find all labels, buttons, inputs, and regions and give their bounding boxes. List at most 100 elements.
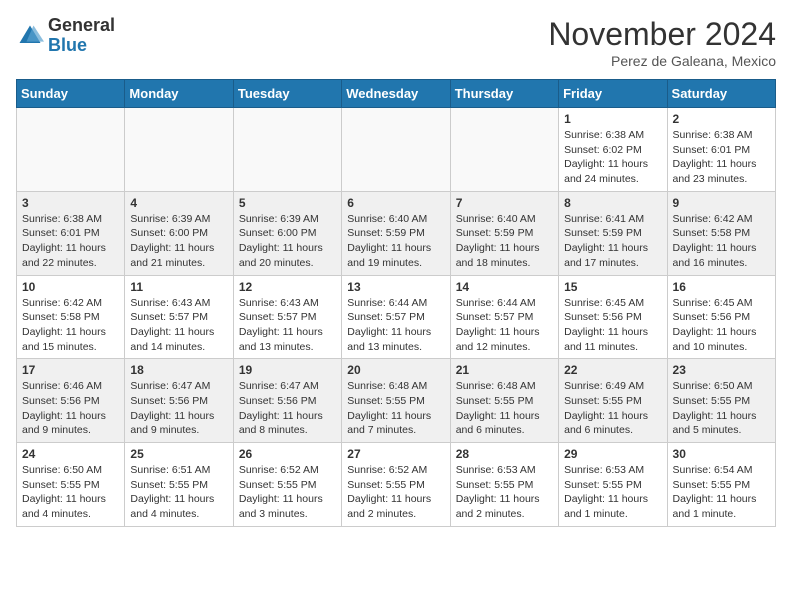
day-number: 29 <box>564 447 661 461</box>
day-cell-10: 10 Sunrise: 6:42 AMSunset: 5:58 PMDayligh… <box>17 275 125 359</box>
day-info: Sunrise: 6:41 AMSunset: 5:59 PMDaylight:… <box>564 212 661 271</box>
week-row-2: 10 Sunrise: 6:42 AMSunset: 5:58 PMDayligh… <box>17 275 776 359</box>
calendar-header-row: SundayMondayTuesdayWednesdayThursdayFrid… <box>17 80 776 108</box>
page-header: General Blue November 2024 Perez de Gale… <box>16 16 776 69</box>
day-cell-7: 7 Sunrise: 6:40 AMSunset: 5:59 PMDaylight… <box>450 191 558 275</box>
day-info: Sunrise: 6:44 AMSunset: 5:57 PMDaylight:… <box>347 296 444 355</box>
day-number: 21 <box>456 363 553 377</box>
day-header-saturday: Saturday <box>667 80 775 108</box>
day-cell-17: 17 Sunrise: 6:46 AMSunset: 5:56 PMDayligh… <box>17 359 125 443</box>
day-cell-4: 4 Sunrise: 6:39 AMSunset: 6:00 PMDaylight… <box>125 191 233 275</box>
month-title: November 2024 <box>548 16 776 53</box>
day-cell-11: 11 Sunrise: 6:43 AMSunset: 5:57 PMDayligh… <box>125 275 233 359</box>
day-info: Sunrise: 6:38 AMSunset: 6:01 PMDaylight:… <box>673 128 770 187</box>
day-info: Sunrise: 6:49 AMSunset: 5:55 PMDaylight:… <box>564 379 661 438</box>
day-number: 18 <box>130 363 227 377</box>
day-number: 20 <box>347 363 444 377</box>
day-cell-1: 1Sunrise: 6:38 AMSunset: 6:02 PMDaylight… <box>559 108 667 192</box>
day-number: 19 <box>239 363 336 377</box>
day-number: 15 <box>564 280 661 294</box>
day-info: Sunrise: 6:53 AMSunset: 5:55 PMDaylight:… <box>564 463 661 522</box>
day-cell-15: 15 Sunrise: 6:45 AMSunset: 5:56 PMDayligh… <box>559 275 667 359</box>
day-cell-30: 30 Sunrise: 6:54 AMSunset: 5:55 PMDayligh… <box>667 443 775 527</box>
day-number: 11 <box>130 280 227 294</box>
day-number: 12 <box>239 280 336 294</box>
day-header-tuesday: Tuesday <box>233 80 341 108</box>
day-info: Sunrise: 6:52 AMSunset: 5:55 PMDaylight:… <box>347 463 444 522</box>
day-cell-8: 8 Sunrise: 6:41 AMSunset: 5:59 PMDaylight… <box>559 191 667 275</box>
day-info: Sunrise: 6:48 AMSunset: 5:55 PMDaylight:… <box>347 379 444 438</box>
day-info: Sunrise: 6:46 AMSunset: 5:56 PMDaylight:… <box>22 379 119 438</box>
day-cell-29: 29 Sunrise: 6:53 AMSunset: 5:55 PMDayligh… <box>559 443 667 527</box>
day-cell-26: 26 Sunrise: 6:52 AMSunset: 5:55 PMDayligh… <box>233 443 341 527</box>
day-cell-21: 21 Sunrise: 6:48 AMSunset: 5:55 PMDayligh… <box>450 359 558 443</box>
week-row-4: 24 Sunrise: 6:50 AMSunset: 5:55 PMDayligh… <box>17 443 776 527</box>
day-number: 25 <box>130 447 227 461</box>
day-info: Sunrise: 6:50 AMSunset: 5:55 PMDaylight:… <box>673 379 770 438</box>
day-cell-5: 5Sunrise: 6:39 AMSunset: 6:00 PMDaylight… <box>233 191 341 275</box>
location: Perez de Galeana, Mexico <box>548 53 776 69</box>
day-number: 2 <box>673 112 770 126</box>
day-info: Sunrise: 6:54 AMSunset: 5:55 PMDaylight:… <box>673 463 770 522</box>
day-cell-16: 16 Sunrise: 6:45 AMSunset: 5:56 PMDayligh… <box>667 275 775 359</box>
day-cell-6: 6Sunrise: 6:40 AMSunset: 5:59 PMDaylight… <box>342 191 450 275</box>
day-cell-3: 3 Sunrise: 6:38 AMSunset: 6:01 PMDaylight… <box>17 191 125 275</box>
day-cell-12: 12 Sunrise: 6:43 AMSunset: 5:57 PMDayligh… <box>233 275 341 359</box>
day-number: 22 <box>564 363 661 377</box>
logo-icon <box>16 22 44 50</box>
day-info: Sunrise: 6:38 AMSunset: 6:01 PMDaylight:… <box>22 212 119 271</box>
day-info: Sunrise: 6:52 AMSunset: 5:55 PMDaylight:… <box>239 463 336 522</box>
day-number: 6 <box>347 196 444 210</box>
day-info: Sunrise: 6:40 AMSunset: 5:59 PMDaylight:… <box>456 212 553 271</box>
day-info: Sunrise: 6:43 AMSunset: 5:57 PMDaylight:… <box>130 296 227 355</box>
day-number: 9 <box>673 196 770 210</box>
day-number: 8 <box>564 196 661 210</box>
day-cell-22: 22 Sunrise: 6:49 AMSunset: 5:55 PMDayligh… <box>559 359 667 443</box>
day-cell-27: 27 Sunrise: 6:52 AMSunset: 5:55 PMDayligh… <box>342 443 450 527</box>
day-number: 24 <box>22 447 119 461</box>
day-info: Sunrise: 6:44 AMSunset: 5:57 PMDaylight:… <box>456 296 553 355</box>
day-number: 17 <box>22 363 119 377</box>
day-header-friday: Friday <box>559 80 667 108</box>
day-info: Sunrise: 6:42 AMSunset: 5:58 PMDaylight:… <box>673 212 770 271</box>
day-header-wednesday: Wednesday <box>342 80 450 108</box>
week-row-3: 17 Sunrise: 6:46 AMSunset: 5:56 PMDayligh… <box>17 359 776 443</box>
day-number: 27 <box>347 447 444 461</box>
day-number: 13 <box>347 280 444 294</box>
week-row-0: 1Sunrise: 6:38 AMSunset: 6:02 PMDaylight… <box>17 108 776 192</box>
day-number: 4 <box>130 196 227 210</box>
day-info: Sunrise: 6:50 AMSunset: 5:55 PMDaylight:… <box>22 463 119 522</box>
day-number: 3 <box>22 196 119 210</box>
day-info: Sunrise: 6:43 AMSunset: 5:57 PMDaylight:… <box>239 296 336 355</box>
day-cell-24: 24 Sunrise: 6:50 AMSunset: 5:55 PMDayligh… <box>17 443 125 527</box>
day-cell-18: 18Sunrise: 6:47 AMSunset: 5:56 PMDayligh… <box>125 359 233 443</box>
day-info: Sunrise: 6:47 AMSunset: 5:56 PMDaylight:… <box>239 379 336 438</box>
day-cell-23: 23 Sunrise: 6:50 AMSunset: 5:55 PMDayligh… <box>667 359 775 443</box>
day-info: Sunrise: 6:39 AMSunset: 6:00 PMDaylight:… <box>130 212 227 271</box>
logo-text: General Blue <box>48 16 115 56</box>
day-number: 5 <box>239 196 336 210</box>
day-number: 14 <box>456 280 553 294</box>
day-header-thursday: Thursday <box>450 80 558 108</box>
day-info: Sunrise: 6:45 AMSunset: 5:56 PMDaylight:… <box>673 296 770 355</box>
day-cell-2: 2 Sunrise: 6:38 AMSunset: 6:01 PMDaylight… <box>667 108 775 192</box>
day-cell-25: 25 Sunrise: 6:51 AMSunset: 5:55 PMDayligh… <box>125 443 233 527</box>
day-info: Sunrise: 6:45 AMSunset: 5:56 PMDaylight:… <box>564 296 661 355</box>
logo-general: General <box>48 16 115 36</box>
day-info: Sunrise: 6:48 AMSunset: 5:55 PMDaylight:… <box>456 379 553 438</box>
day-header-monday: Monday <box>125 80 233 108</box>
day-info: Sunrise: 6:38 AMSunset: 6:02 PMDaylight:… <box>564 128 661 187</box>
logo-blue: Blue <box>48 36 115 56</box>
day-number: 7 <box>456 196 553 210</box>
logo: General Blue <box>16 16 115 56</box>
day-number: 26 <box>239 447 336 461</box>
day-number: 23 <box>673 363 770 377</box>
day-info: Sunrise: 6:42 AMSunset: 5:58 PMDaylight:… <box>22 296 119 355</box>
day-header-sunday: Sunday <box>17 80 125 108</box>
day-cell-19: 19 Sunrise: 6:47 AMSunset: 5:56 PMDayligh… <box>233 359 341 443</box>
day-number: 10 <box>22 280 119 294</box>
day-cell-empty <box>450 108 558 192</box>
day-number: 16 <box>673 280 770 294</box>
day-info: Sunrise: 6:51 AMSunset: 5:55 PMDaylight:… <box>130 463 227 522</box>
day-number: 30 <box>673 447 770 461</box>
